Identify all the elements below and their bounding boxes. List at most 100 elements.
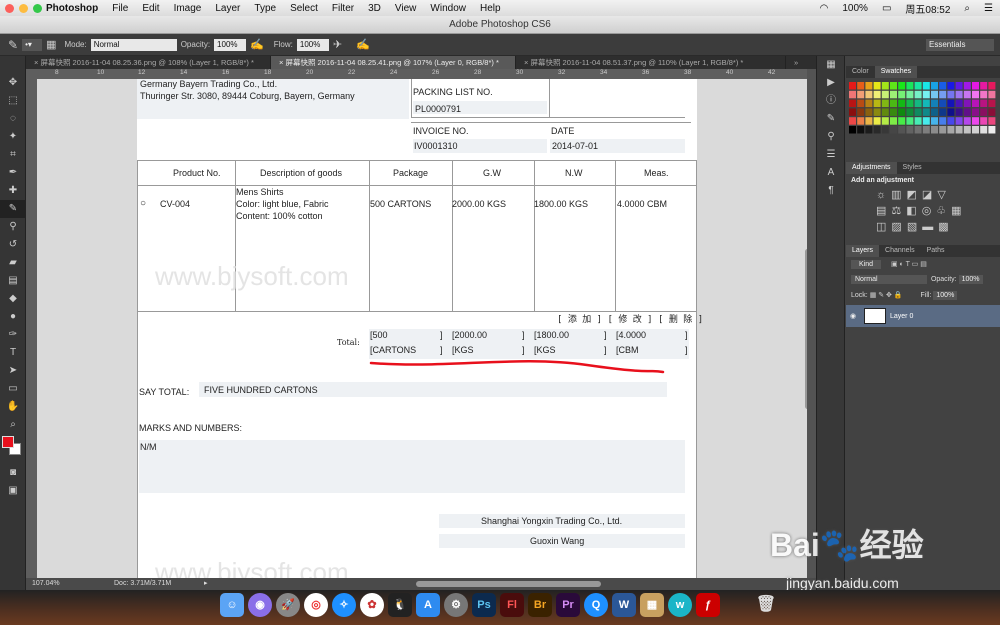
siri-icon[interactable]: ◉ xyxy=(248,593,272,617)
swatch[interactable] xyxy=(881,126,889,134)
swatch[interactable] xyxy=(980,90,988,99)
info-panel-icon[interactable]: ⓘ xyxy=(817,92,845,110)
swatch[interactable] xyxy=(881,99,889,108)
tab-channels[interactable]: Channels xyxy=(879,245,921,257)
path-select-tool-icon[interactable]: ➤ xyxy=(0,362,26,380)
marquee-tool-icon[interactable]: ⬚ xyxy=(0,92,26,110)
levels-icon[interactable]: ▥ xyxy=(891,189,906,201)
swatch[interactable] xyxy=(881,117,889,125)
tab-styles[interactable]: Styles xyxy=(897,162,928,174)
menu-window[interactable]: Window xyxy=(423,3,473,14)
swatch[interactable] xyxy=(931,117,938,125)
tab-swatches[interactable]: Swatches xyxy=(874,66,918,78)
swatch[interactable] xyxy=(972,99,979,108)
paragraph-panel-icon[interactable]: ¶ xyxy=(817,182,845,200)
tabs-overflow-icon[interactable]: » xyxy=(786,56,806,69)
tab-color[interactable]: Color xyxy=(846,66,875,78)
swatch[interactable] xyxy=(955,82,963,90)
zoom-window-icon[interactable] xyxy=(33,3,42,13)
swatch[interactable] xyxy=(988,99,996,108)
swatch[interactable] xyxy=(881,82,889,90)
system-preferences-icon[interactable]: ⚙ xyxy=(444,593,468,617)
clock[interactable]: 周五08:52 xyxy=(898,1,957,16)
swatch[interactable] xyxy=(972,82,979,90)
swatch[interactable] xyxy=(906,82,914,90)
fill-input[interactable]: 100% xyxy=(933,291,958,300)
swatch[interactable] xyxy=(873,126,881,134)
menu-edit[interactable]: Edit xyxy=(135,3,166,14)
swatch[interactable] xyxy=(849,108,856,116)
swatch[interactable] xyxy=(963,99,971,108)
swatch[interactable] xyxy=(890,99,897,108)
swatch[interactable] xyxy=(972,90,979,99)
canvas-area[interactable]: Germany Bayern Trading Co., Ltd. Thuring… xyxy=(37,79,807,578)
swatch[interactable] xyxy=(914,117,922,125)
bw-icon[interactable]: ◧ xyxy=(906,205,921,217)
safari-icon[interactable]: ✧ xyxy=(332,593,356,617)
menu-file[interactable]: File xyxy=(105,3,135,14)
swatch[interactable] xyxy=(890,117,897,125)
flow-input[interactable]: 100% xyxy=(296,38,329,51)
minimize-window-icon[interactable] xyxy=(19,3,28,13)
word-icon[interactable]: W xyxy=(612,593,636,617)
quicktime-icon[interactable]: Q xyxy=(584,593,608,617)
photoshop-icon[interactable]: Ps xyxy=(472,593,496,617)
gradient-tool-icon[interactable]: ▤ xyxy=(0,272,26,290)
swatch[interactable] xyxy=(898,108,906,116)
swatch[interactable] xyxy=(914,126,922,134)
swatch[interactable] xyxy=(914,82,922,90)
swatch[interactable] xyxy=(898,117,906,125)
tab-layers[interactable]: Layers xyxy=(846,245,880,257)
hue-icon[interactable]: ▤ xyxy=(876,205,891,217)
swatch[interactable] xyxy=(931,126,938,134)
qq-icon[interactable]: 🐧 xyxy=(388,593,412,617)
swatch[interactable] xyxy=(980,126,988,134)
swatch[interactable] xyxy=(947,108,955,116)
battery-icon[interactable]: ▭ xyxy=(875,3,898,14)
posterize-icon[interactable]: ▨ xyxy=(891,221,906,233)
history-brush-tool-icon[interactable]: ↺ xyxy=(0,236,26,254)
swatch[interactable] xyxy=(931,90,938,99)
swatch[interactable] xyxy=(947,99,955,108)
battery-percent[interactable]: 100% xyxy=(835,3,875,14)
history-panel-icon[interactable]: ▦ xyxy=(817,56,845,74)
swatch[interactable] xyxy=(947,117,955,125)
swatch[interactable] xyxy=(898,126,906,134)
pressure-size-icon[interactable]: ✍ xyxy=(356,38,370,51)
brush-tool-icon-active[interactable]: ✎ xyxy=(0,200,26,218)
swatch[interactable] xyxy=(922,90,930,99)
swatch[interactable] xyxy=(873,82,881,90)
layer-name[interactable]: Layer 0 xyxy=(890,313,913,320)
quick-mask-icon[interactable]: ◙ xyxy=(0,464,26,482)
finder-icon[interactable]: ☺ xyxy=(220,593,244,617)
swatch[interactable] xyxy=(857,82,865,90)
swatch[interactable] xyxy=(873,117,881,125)
actions-panel-icon[interactable]: ▶ xyxy=(817,74,845,92)
swatch[interactable] xyxy=(890,126,897,134)
exposure-icon[interactable]: ◪ xyxy=(922,189,937,201)
vertical-scrollbar[interactable] xyxy=(805,249,807,409)
mode-select[interactable]: Normal xyxy=(90,38,177,51)
swatch[interactable] xyxy=(906,99,914,108)
swatch[interactable] xyxy=(980,108,988,116)
swatch[interactable] xyxy=(857,90,865,99)
menu-app-name[interactable]: Photoshop xyxy=(42,3,105,14)
swatch[interactable] xyxy=(865,90,873,99)
swatch[interactable] xyxy=(972,126,979,134)
swatch[interactable] xyxy=(873,90,881,99)
swatch[interactable] xyxy=(898,82,906,90)
document-image[interactable]: Germany Bayern Trading Co., Ltd. Thuring… xyxy=(137,79,703,578)
visibility-eye-icon[interactable]: ◉ xyxy=(846,312,860,320)
swatch[interactable] xyxy=(955,117,963,125)
swatch[interactable] xyxy=(955,108,963,116)
swatch[interactable] xyxy=(955,126,963,134)
swatch[interactable] xyxy=(922,117,930,125)
pen-tool-icon[interactable]: ✑ xyxy=(0,326,26,344)
swatch[interactable] xyxy=(857,99,865,108)
menu-image[interactable]: Image xyxy=(167,3,209,14)
swatch[interactable] xyxy=(963,82,971,90)
swatch[interactable] xyxy=(906,108,914,116)
swatch[interactable] xyxy=(922,82,930,90)
swatch[interactable] xyxy=(922,126,930,134)
swatch[interactable] xyxy=(849,99,856,108)
